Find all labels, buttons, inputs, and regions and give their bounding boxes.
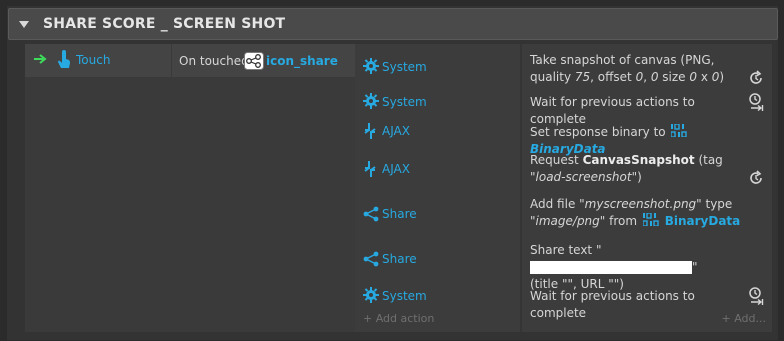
gear-icon xyxy=(363,58,379,74)
action-object-name[interactable]: System xyxy=(382,95,427,109)
action-description[interactable]: Request CanvasSnapshot (tag "load-screen… xyxy=(530,152,745,186)
action-row[interactable]: AJAX Set response binary to BinaryData xyxy=(357,116,772,156)
condition-param[interactable]: icon_share xyxy=(266,54,338,68)
share-icon xyxy=(363,206,379,222)
collapse-triangle-icon[interactable] xyxy=(19,20,29,28)
ajax-icon xyxy=(364,123,376,139)
gear-icon xyxy=(363,287,379,303)
redacted-text xyxy=(530,261,692,274)
binary-data-icon xyxy=(670,123,688,138)
conditions-area[interactable]: Touch On touched icon_share xyxy=(25,44,355,332)
gear-icon xyxy=(363,93,379,109)
action-row[interactable]: System Wait for previous actions to comp… xyxy=(357,90,772,126)
action-description[interactable]: Wait for previous actions to complete xyxy=(530,288,745,322)
actions-area[interactable]: System Take snapshot of canvas (PNG, qua… xyxy=(357,44,772,332)
action-object-name[interactable]: Share xyxy=(382,252,417,266)
touch-icon xyxy=(58,50,70,68)
action-description[interactable]: Take snapshot of canvas (PNG, quality 75… xyxy=(530,52,745,86)
add-action-link[interactable]: + Add action xyxy=(363,312,434,325)
wait-icon xyxy=(749,287,764,305)
condition-object-name[interactable]: Touch xyxy=(76,53,110,67)
binary-data-icon xyxy=(642,212,659,227)
action-object-name[interactable]: System xyxy=(382,60,427,74)
share-icon xyxy=(363,251,379,267)
event-group-header[interactable]: SHARE SCORE _ SCREEN SHOT xyxy=(8,8,778,40)
action-row[interactable]: System Take snapshot of canvas (PNG, qua… xyxy=(357,48,772,88)
async-icon xyxy=(750,70,762,84)
add-more-link[interactable]: + Add... xyxy=(722,312,767,325)
action-object-name[interactable]: Share xyxy=(382,207,417,221)
group-title: SHARE SCORE _ SCREEN SHOT xyxy=(43,16,286,32)
action-object-name[interactable]: AJAX xyxy=(382,124,410,138)
action-object-name[interactable]: System xyxy=(382,289,427,303)
event-block[interactable]: Touch On touched icon_share System Take … xyxy=(25,44,772,332)
action-row[interactable]: Share Add file "myscreenshot.png" type "… xyxy=(357,194,772,236)
wait-icon xyxy=(749,93,764,111)
trigger-arrow-icon xyxy=(34,54,47,64)
async-icon xyxy=(750,170,762,184)
action-row[interactable]: AJAX Request CanvasSnapshot (tag "load-s… xyxy=(357,150,772,190)
action-row[interactable]: System Wait for previous actions to comp… xyxy=(357,284,772,320)
condition-row[interactable]: Touch On touched icon_share xyxy=(25,44,355,77)
action-description[interactable]: Add file "myscreenshot.png" type "image/… xyxy=(530,196,745,230)
condition-text[interactable]: On touched xyxy=(179,54,249,68)
action-object-name[interactable]: AJAX xyxy=(382,162,410,176)
ajax-icon xyxy=(364,161,376,177)
condition-separator xyxy=(171,44,172,77)
action-row[interactable]: Share Share text "" (title "", URL "") xyxy=(357,240,772,291)
sprite-thumbnail-icon xyxy=(244,52,264,70)
